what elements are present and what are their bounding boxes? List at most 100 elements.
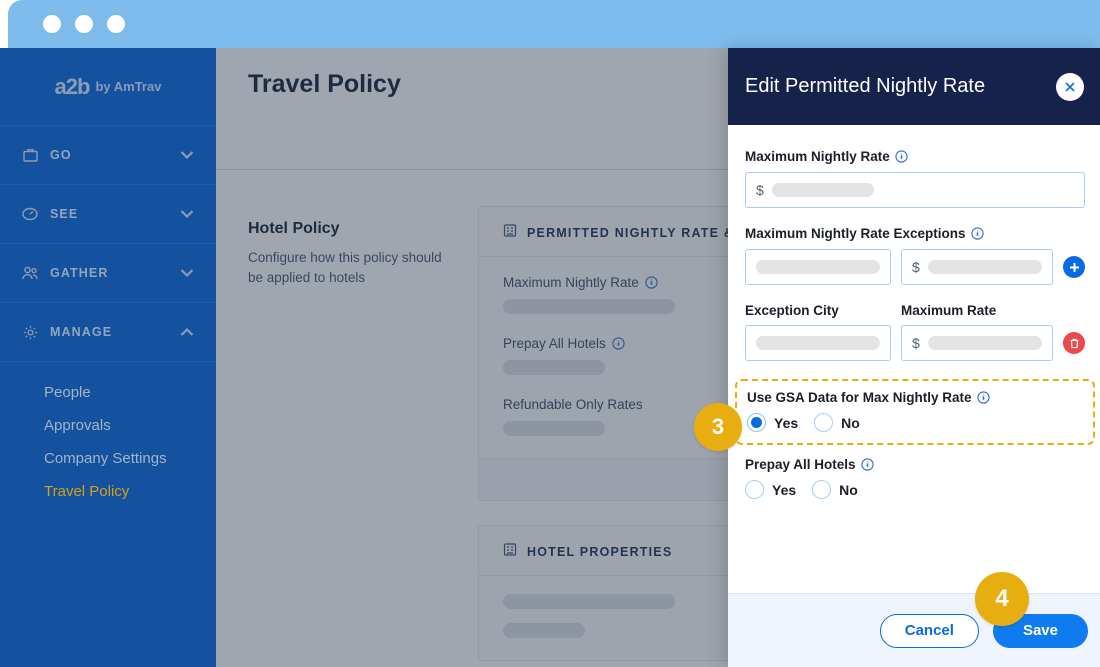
card-title: PERMITTED NIGHTLY RATE & PA (527, 225, 758, 240)
step-badge-3: 3 (694, 403, 742, 451)
exceptions-group: Maximum Nightly Rate Exceptions $ (745, 226, 1085, 285)
chevron-down-icon[interactable] (180, 210, 194, 219)
drawer-body: Maximum Nightly Rate $ Maximum Nightly R… (728, 125, 1100, 593)
logo-suffix: by AmTrav (95, 79, 162, 94)
sidebar-item-go[interactable]: GO (0, 126, 216, 185)
exception-city-header: Exception City (745, 303, 839, 318)
drawer-title: Edit Permitted Nightly Rate (745, 75, 986, 97)
sidebar-item-see[interactable]: SEE (0, 185, 216, 244)
radio-indicator (814, 413, 834, 432)
radio-label: No (841, 414, 860, 431)
prepay-radio-no[interactable]: No (812, 480, 858, 499)
field-label-text: Prepay All Hotels (503, 336, 606, 351)
logo-mark: a2b (54, 73, 91, 99)
chevron-up-icon[interactable] (180, 327, 194, 337)
exception-city-value-input[interactable] (745, 325, 891, 361)
label-text: Use GSA Data for Max Nightly Rate (747, 390, 972, 405)
window-titlebar (8, 0, 1100, 48)
info-icon[interactable] (645, 276, 658, 289)
exception-city-input[interactable] (745, 249, 891, 285)
people-icon (20, 264, 40, 282)
hotel-policy-description: Hotel Policy Configure how this policy s… (248, 206, 448, 667)
field-value-placeholder[interactable] (503, 623, 585, 638)
app-root: a2b by AmTrav GO SEE GATHER MANAGE Peopl… (0, 0, 1100, 667)
maximize-dot[interactable] (107, 15, 125, 33)
briefcase-icon (20, 146, 40, 164)
add-exception-button[interactable] (1063, 256, 1085, 278)
input-value-placeholder (756, 260, 880, 274)
info-icon[interactable] (860, 458, 874, 471)
label-text: Prepay All Hotels (745, 457, 856, 472)
close-dot[interactable] (43, 15, 61, 33)
close-icon[interactable] (1056, 72, 1084, 101)
drawer-header: Edit Permitted Nightly Rate (728, 48, 1100, 125)
edit-permitted-nightly-rate-drawer: Edit Permitted Nightly Rate Maximum Nigh… (728, 48, 1100, 667)
max-nightly-rate-input[interactable]: $ (745, 172, 1085, 208)
currency-symbol: $ (912, 259, 920, 275)
sidebar-item-gather[interactable]: GATHER (0, 244, 216, 303)
input-value-placeholder (927, 336, 1042, 350)
info-icon[interactable] (612, 337, 625, 350)
gear-icon (20, 323, 40, 341)
exception-row-group: Exception City Maximum Rate $ (745, 303, 1085, 361)
radio-indicator (812, 480, 832, 499)
currency-symbol: $ (756, 182, 764, 198)
field-value-placeholder[interactable] (503, 421, 605, 436)
section-heading: Hotel Policy (248, 220, 340, 237)
radio-label: No (839, 481, 858, 498)
sidebar-item-label: GO (50, 148, 72, 162)
sidebar-item-label: GATHER (50, 266, 109, 280)
sidebar-item-label: SEE (50, 207, 79, 221)
exceptions-label: Maximum Nightly Rate Exceptions (745, 226, 1085, 241)
prepay-label: Prepay All Hotels (745, 457, 1085, 472)
field-value-placeholder[interactable] (503, 594, 675, 609)
sidebar-item-approvals[interactable]: Approvals (44, 409, 216, 442)
input-value-placeholder (927, 260, 1042, 274)
radio-indicator (745, 480, 764, 499)
exception-rate-input[interactable]: $ (901, 249, 1053, 285)
minimize-dot[interactable] (75, 15, 93, 33)
max-nightly-rate-group: Maximum Nightly Rate $ (745, 149, 1085, 208)
step-badge-4: 4 (975, 572, 1029, 626)
label-text: Maximum Nightly Rate (745, 149, 890, 164)
prepay-radio-yes[interactable]: Yes (745, 480, 796, 499)
input-value-placeholder (771, 183, 874, 197)
field-label-text: Maximum Nightly Rate (503, 275, 639, 290)
card-title: HOTEL PROPERTIES (527, 544, 673, 559)
sidebar-item-people[interactable]: People (44, 376, 216, 409)
gsa-radio-yes[interactable]: Yes (747, 413, 798, 432)
gsa-label: Use GSA Data for Max Nightly Rate (747, 390, 1083, 405)
prepay-radio-group: Yes No (745, 480, 1085, 499)
exception-entry-row: $ (745, 249, 1085, 285)
page-title: Travel Policy (248, 69, 401, 98)
exception-rate-value-input[interactable]: $ (901, 325, 1053, 361)
info-icon[interactable] (970, 227, 984, 240)
info-icon[interactable] (895, 150, 908, 163)
gsa-radio-no[interactable]: No (814, 413, 860, 432)
currency-symbol: $ (912, 335, 920, 351)
gauge-icon (20, 205, 40, 223)
info-icon[interactable] (976, 391, 990, 404)
field-value-placeholder[interactable] (503, 360, 605, 375)
max-nightly-rate-label: Maximum Nightly Rate (745, 149, 1085, 164)
prepay-group: Prepay All Hotels Yes No (745, 457, 1085, 499)
app-logo[interactable]: a2b by AmTrav (0, 48, 216, 126)
sidebar-item-manage[interactable]: MANAGE (0, 303, 216, 362)
field-value-placeholder[interactable] (503, 299, 675, 314)
hotel-icon (503, 223, 517, 242)
chevron-down-icon[interactable] (180, 151, 194, 160)
gsa-radio-group: Yes No (747, 413, 1083, 432)
sidebar-item-company-settings[interactable]: Company Settings (44, 442, 216, 475)
cancel-button[interactable]: Cancel (879, 613, 979, 648)
section-description: Configure how this policy should be appl… (248, 250, 442, 285)
radio-label: Yes (772, 481, 797, 498)
input-value-placeholder (756, 336, 880, 350)
sidebar-item-travel-policy[interactable]: Travel Policy (44, 475, 216, 508)
sidebar-item-label: MANAGE (50, 325, 113, 339)
field-label-text: Refundable Only Rates (503, 397, 643, 412)
exception-row: $ (745, 325, 1085, 361)
trash-icon[interactable] (1063, 332, 1085, 354)
manage-submenu: People Approvals Company Settings Travel… (0, 362, 216, 508)
exception-column-headers: Exception City Maximum Rate (745, 303, 1085, 318)
chevron-down-icon[interactable] (180, 269, 194, 278)
